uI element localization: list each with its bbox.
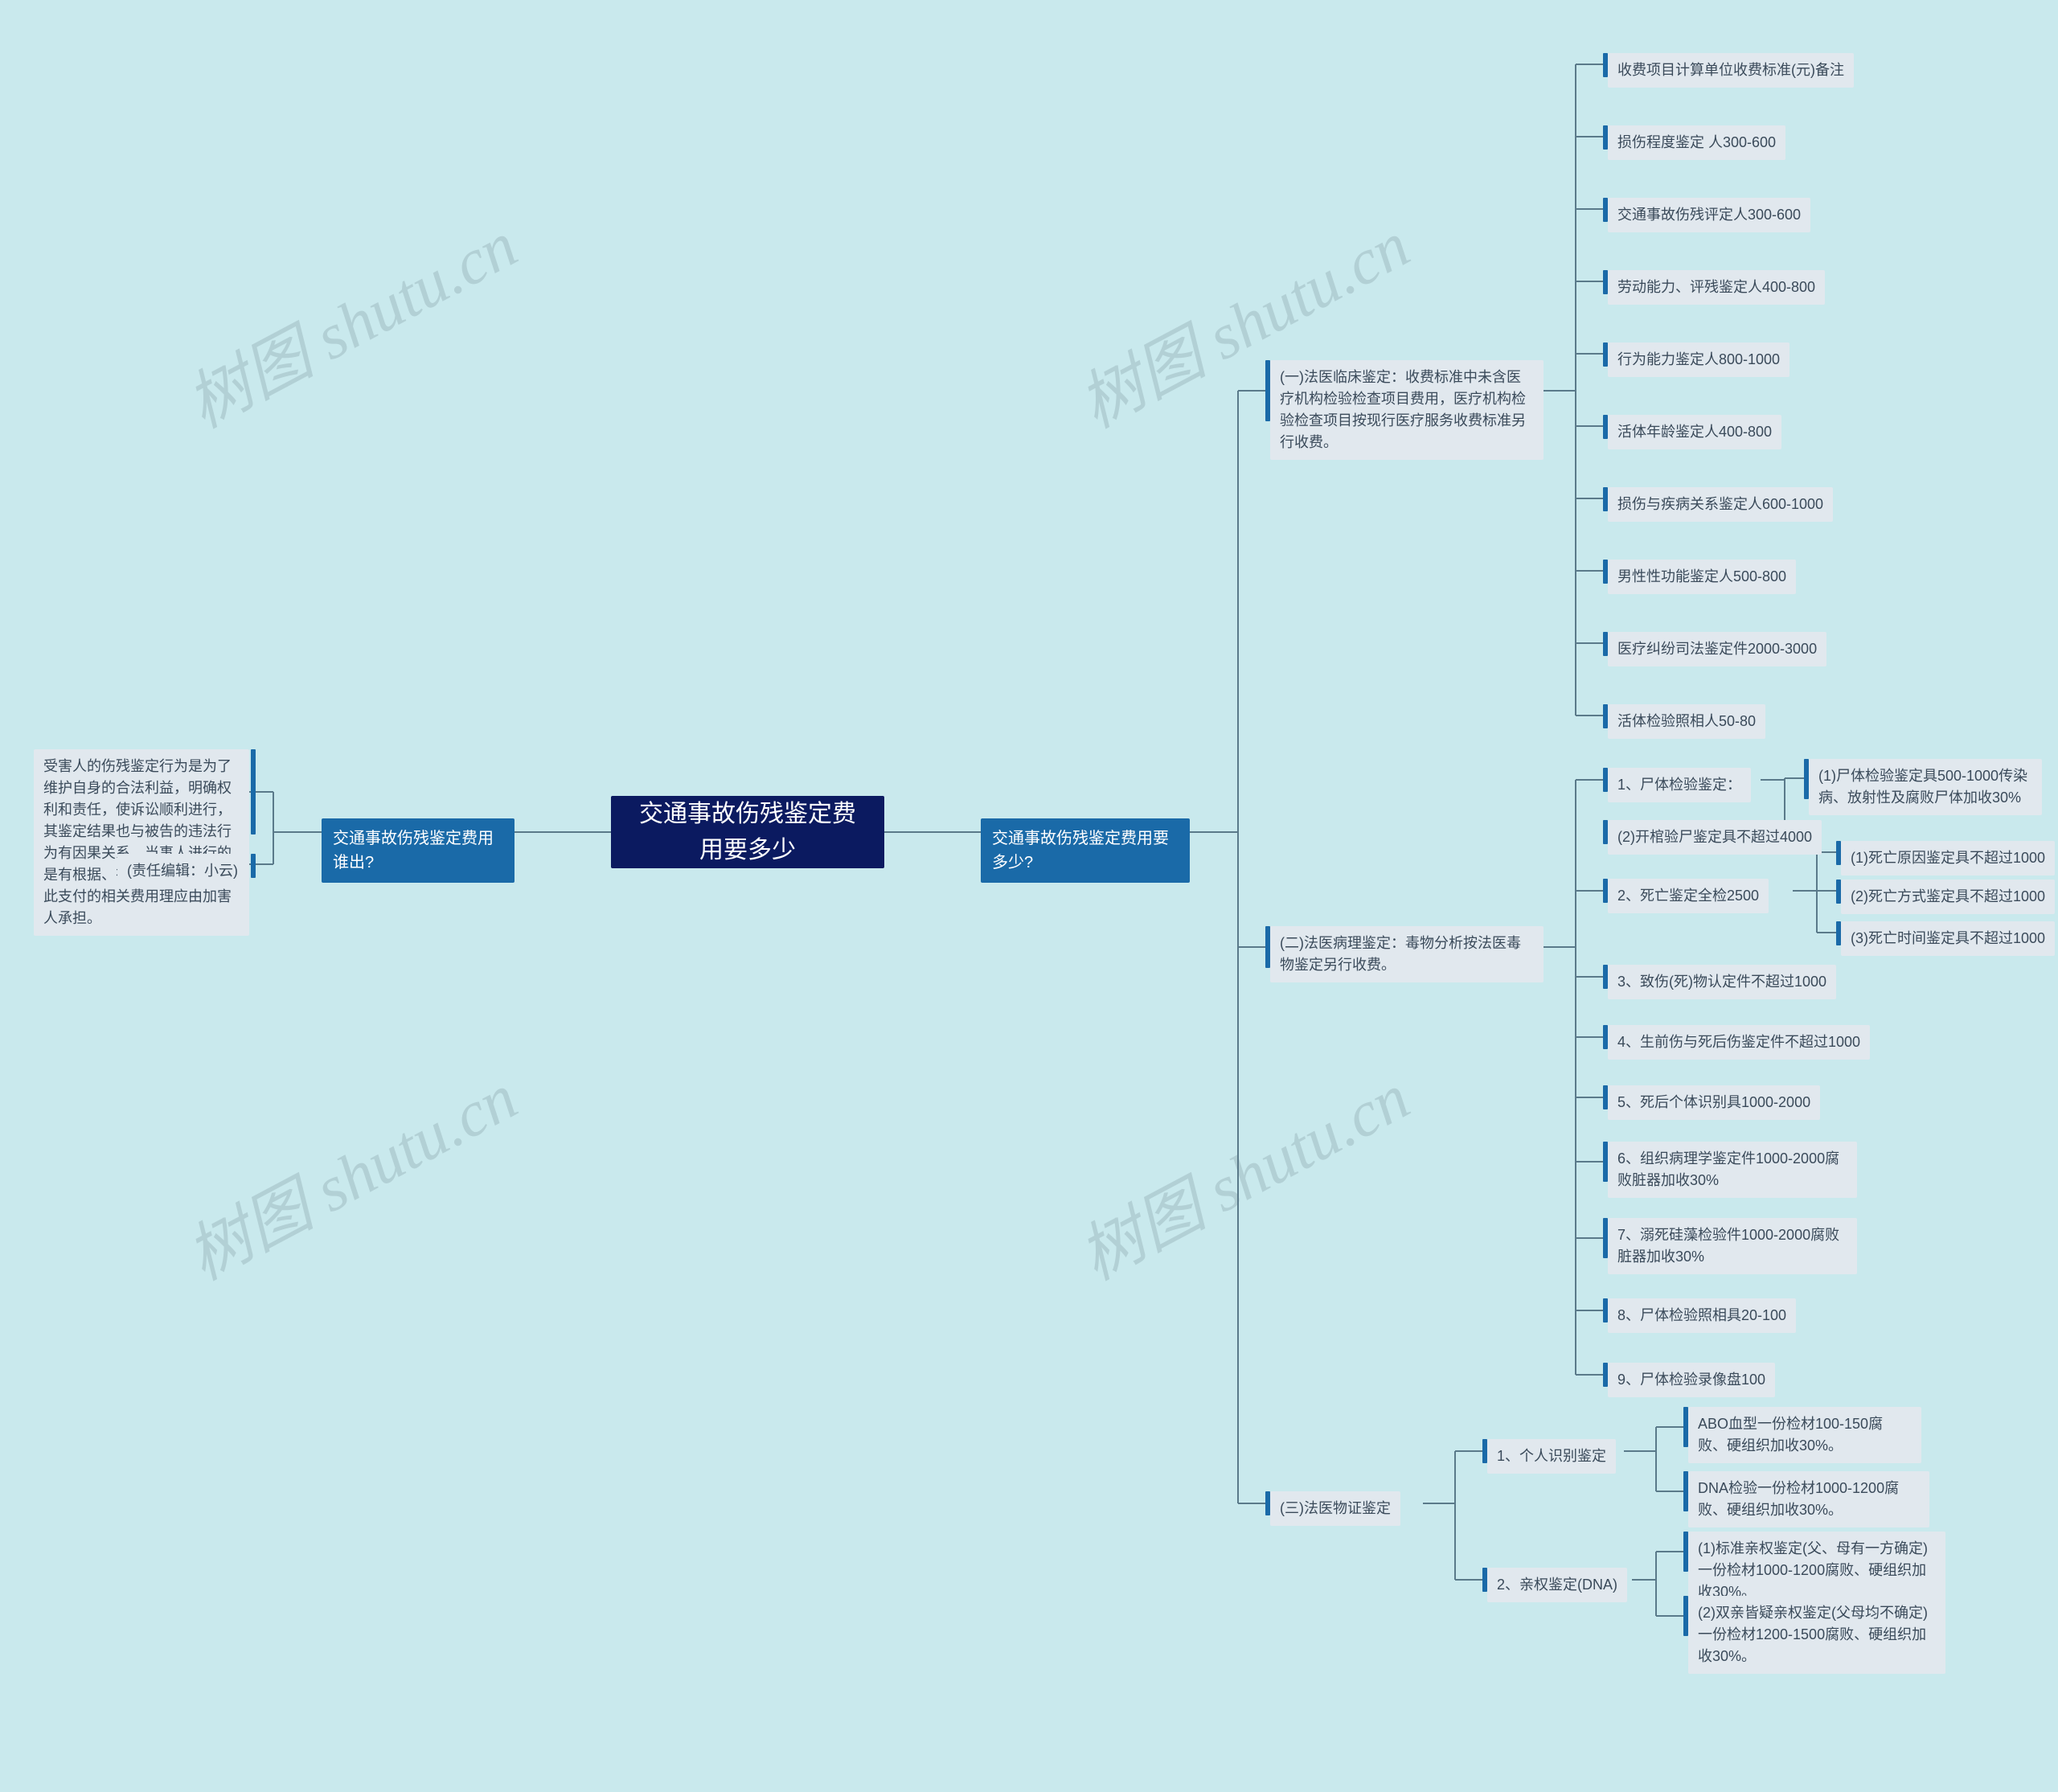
accent-bar bbox=[1683, 1596, 1688, 1636]
cat2-title: (二)法医病理鉴定：毒物分析按法医毒物鉴定另行收费。 bbox=[1270, 926, 1544, 982]
cat1-item: 损伤程度鉴定 人300-600 bbox=[1608, 125, 1785, 160]
cat1-item: 收费项目计算单位收费标准(元)备注 bbox=[1608, 53, 1854, 88]
accent-bar bbox=[1482, 1568, 1487, 1592]
left-info: 受害人的伤残鉴定行为是为了维护自身的合法利益，明确权利和责任，使诉讼顺利进行，其… bbox=[34, 749, 249, 936]
cat1-item: 交通事故伤残评定人300-600 bbox=[1608, 198, 1810, 232]
accent-bar bbox=[251, 749, 256, 834]
accent-bar bbox=[1603, 879, 1608, 903]
accent-bar bbox=[1603, 198, 1608, 222]
cat3-n1-sub: ABO血型一份检材100-150腐败、硬组织加收30%。 bbox=[1688, 1407, 1921, 1463]
accent-bar bbox=[1603, 1025, 1608, 1049]
accent-bar bbox=[1603, 768, 1608, 792]
accent-bar bbox=[1836, 880, 1841, 904]
accent-bar bbox=[1603, 632, 1608, 656]
cat2-n2-sub: (2)死亡方式鉴定具不超过1000 bbox=[1841, 880, 2055, 914]
branch-right: 交通事故伤残鉴定费用要多少? bbox=[981, 818, 1190, 883]
accent-bar bbox=[1603, 1218, 1608, 1258]
cat2-item: 9、尸体检验录像盘100 bbox=[1608, 1363, 1775, 1397]
accent-bar bbox=[1603, 270, 1608, 294]
accent-bar bbox=[1683, 1532, 1688, 1572]
cat3-n2-label: 2、亲权鉴定(DNA) bbox=[1487, 1568, 1627, 1602]
accent-bar bbox=[1683, 1407, 1688, 1447]
left-editor: (责任编辑：小云) bbox=[117, 854, 249, 888]
cat2-item: 5、死后个体识别具1000-2000 bbox=[1608, 1085, 1820, 1120]
accent-bar bbox=[1603, 560, 1608, 584]
cat1-item: 男性性功能鉴定人500-800 bbox=[1608, 560, 1796, 594]
cat2-item: 8、尸体检验照相具20-100 bbox=[1608, 1298, 1796, 1333]
accent-bar bbox=[1603, 965, 1608, 989]
cat2-n1-sub: (2)开棺验尸鉴定具不超过4000 bbox=[1608, 820, 1822, 855]
accent-bar bbox=[1265, 1491, 1270, 1515]
watermark: 树图 shutu.cn bbox=[168, 194, 531, 445]
cat2-item: 7、溺死硅藻检验件1000-2000腐败脏器加收30% bbox=[1608, 1218, 1857, 1274]
accent-bar bbox=[1603, 1363, 1608, 1387]
accent-bar bbox=[1603, 1298, 1608, 1322]
accent-bar bbox=[1482, 1439, 1487, 1463]
accent-bar bbox=[1836, 921, 1841, 945]
accent-bar bbox=[1603, 704, 1608, 728]
cat2-item: 6、组织病理学鉴定件1000-2000腐败脏器加收30% bbox=[1608, 1142, 1857, 1198]
cat1-title: (一)法医临床鉴定：收费标准中未含医疗机构检验检查项目费用，医疗机构检验检查项目… bbox=[1270, 360, 1544, 460]
accent-bar bbox=[1603, 820, 1608, 844]
watermark: 树图 shutu.cn bbox=[168, 1046, 531, 1298]
accent-bar bbox=[1603, 487, 1608, 511]
cat1-item: 损伤与疾病关系鉴定人600-1000 bbox=[1608, 487, 1833, 522]
accent-bar bbox=[1804, 759, 1809, 799]
accent-bar bbox=[1683, 1471, 1688, 1511]
accent-bar bbox=[1265, 926, 1270, 968]
branch-left: 交通事故伤残鉴定费用谁出? bbox=[322, 818, 514, 883]
accent-bar bbox=[1603, 125, 1608, 150]
accent-bar bbox=[1265, 360, 1270, 421]
cat3-n1-sub: DNA检验一份检材1000-1200腐败、硬组织加收30%。 bbox=[1688, 1471, 1929, 1528]
cat3-n1-label: 1、个人识别鉴定 bbox=[1487, 1439, 1616, 1474]
accent-bar bbox=[1836, 841, 1841, 865]
accent-bar bbox=[1603, 1142, 1608, 1182]
cat1-item: 行为能力鉴定人800-1000 bbox=[1608, 342, 1789, 377]
watermark: 树图 shutu.cn bbox=[1060, 1046, 1423, 1298]
cat2-n2-label: 2、死亡鉴定全检2500 bbox=[1608, 879, 1769, 913]
cat3-n2-sub: (2)双亲皆疑亲权鉴定(父母均不确定)一份检材1200-1500腐败、硬组织加收… bbox=[1688, 1596, 1945, 1674]
root-node: 交通事故伤残鉴定费用要多少 bbox=[611, 796, 884, 868]
cat2-n1-label: 1、尸体检验鉴定： bbox=[1608, 768, 1751, 802]
cat1-item: 劳动能力、评残鉴定人400-800 bbox=[1608, 270, 1825, 305]
cat1-item: 医疗纠纷司法鉴定件2000-3000 bbox=[1608, 632, 1826, 666]
accent-bar bbox=[1603, 53, 1608, 77]
accent-bar bbox=[1603, 342, 1608, 367]
cat2-item: 3、致伤(死)物认定件不超过1000 bbox=[1608, 965, 1836, 999]
accent-bar bbox=[1603, 415, 1608, 439]
cat2-n2-sub: (1)死亡原因鉴定具不超过1000 bbox=[1841, 841, 2055, 875]
cat3-title: (三)法医物证鉴定 bbox=[1270, 1491, 1400, 1526]
cat2-item: 4、生前伤与死后伤鉴定件不超过1000 bbox=[1608, 1025, 1870, 1060]
cat2-n1-sub: (1)尸体检验鉴定具500-1000传染病、放射性及腐败尸体加收30% bbox=[1809, 759, 2042, 815]
accent-bar bbox=[1603, 1085, 1608, 1109]
cat1-item: 活体检验照相人50-80 bbox=[1608, 704, 1765, 739]
cat2-n2-sub: (3)死亡时间鉴定具不超过1000 bbox=[1841, 921, 2055, 956]
cat1-item: 活体年龄鉴定人400-800 bbox=[1608, 415, 1781, 449]
accent-bar bbox=[251, 854, 256, 878]
